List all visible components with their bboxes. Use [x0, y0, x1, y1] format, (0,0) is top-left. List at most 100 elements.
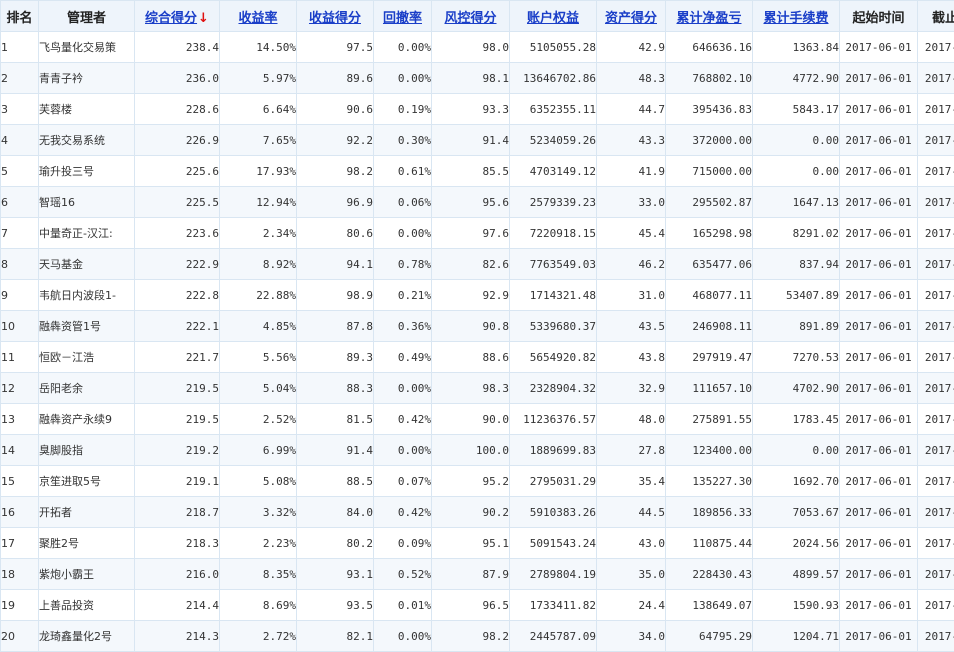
- sort-cum-pnl[interactable]: 累计净盈亏: [666, 1, 753, 32]
- cum-pnl-cell: 468077.11: [666, 280, 753, 311]
- return-score-cell: 93.5: [297, 590, 374, 621]
- header-return-rate-label: 收益率: [238, 11, 277, 26]
- end-time-cell: 2017-06-07: [918, 63, 954, 94]
- return-rate-cell: 2.52%: [220, 404, 297, 435]
- table-row: 2青青子衿236.05.97%89.60.00%98.113646702.864…: [1, 63, 954, 94]
- equity-cell: 2789804.19: [510, 559, 597, 590]
- asset-score-cell: 35.4: [597, 466, 666, 497]
- drawdown-cell: 0.36%: [374, 311, 432, 342]
- risk-score-cell: 98.3: [432, 373, 510, 404]
- table-row: 10融犇资管1号222.14.85%87.80.36%90.85339680.3…: [1, 311, 954, 342]
- cum-fee-cell: 0.00: [753, 125, 840, 156]
- rank-cell: 13: [1, 404, 39, 435]
- composite-score-cell: 218.3: [135, 528, 220, 559]
- drawdown-cell: 0.19%: [374, 94, 432, 125]
- cum-pnl-cell: 135227.30: [666, 466, 753, 497]
- composite-score-cell: 222.8: [135, 280, 220, 311]
- composite-score-cell: 218.7: [135, 497, 220, 528]
- asset-score-cell: 31.0: [597, 280, 666, 311]
- cum-fee-cell: 1647.13: [753, 187, 840, 218]
- start-time-cell: 2017-06-01: [840, 32, 918, 63]
- cum-fee-cell: 0.00: [753, 156, 840, 187]
- cum-fee-cell: 8291.02: [753, 218, 840, 249]
- start-time-cell: 2017-06-01: [840, 218, 918, 249]
- rank-cell: 19: [1, 590, 39, 621]
- sort-return-rate[interactable]: 收益率: [220, 1, 297, 32]
- return-rate-cell: 8.69%: [220, 590, 297, 621]
- cum-pnl-cell: 110875.44: [666, 528, 753, 559]
- table-row: 4无我交易系统226.97.65%92.20.30%91.45234059.26…: [1, 125, 954, 156]
- drawdown-cell: 0.21%: [374, 280, 432, 311]
- asset-score-cell: 33.0: [597, 187, 666, 218]
- cum-pnl-cell: 165298.98: [666, 218, 753, 249]
- drawdown-cell: 0.00%: [374, 63, 432, 94]
- drawdown-cell: 0.06%: [374, 187, 432, 218]
- composite-score-cell: 216.0: [135, 559, 220, 590]
- return-rate-cell: 4.85%: [220, 311, 297, 342]
- composite-score-cell: 214.4: [135, 590, 220, 621]
- rank-cell: 6: [1, 187, 39, 218]
- return-score-cell: 91.4: [297, 435, 374, 466]
- header-end-label: 截止时间: [932, 11, 954, 26]
- cum-fee-cell: 1590.93: [753, 590, 840, 621]
- manager-cell: 青青子衿: [39, 63, 135, 94]
- sort-composite-score[interactable]: 综合得分↓: [135, 1, 220, 32]
- sort-risk-score[interactable]: 风控得分: [432, 1, 510, 32]
- risk-score-cell: 95.1: [432, 528, 510, 559]
- cum-fee-cell: 4899.57: [753, 559, 840, 590]
- composite-score-cell: 225.5: [135, 187, 220, 218]
- manager-cell: 恒欧－江浩: [39, 342, 135, 373]
- cum-fee-cell: 4702.90: [753, 373, 840, 404]
- manager-cell: 岳阳老余: [39, 373, 135, 404]
- drawdown-cell: 0.00%: [374, 435, 432, 466]
- drawdown-cell: 0.07%: [374, 466, 432, 497]
- cum-pnl-cell: 395436.83: [666, 94, 753, 125]
- end-time-cell: 2017-06-07: [918, 94, 954, 125]
- risk-score-cell: 93.3: [432, 94, 510, 125]
- composite-score-cell: 236.0: [135, 63, 220, 94]
- sort-asset-score[interactable]: 资产得分: [597, 1, 666, 32]
- header-composite-label: 综合得分: [145, 11, 197, 26]
- risk-score-cell: 98.0: [432, 32, 510, 63]
- composite-score-cell: 219.2: [135, 435, 220, 466]
- return-rate-cell: 2.72%: [220, 621, 297, 652]
- sort-cum-fee[interactable]: 累计手续费: [753, 1, 840, 32]
- start-time-cell: 2017-06-01: [840, 528, 918, 559]
- asset-score-cell: 43.0: [597, 528, 666, 559]
- cum-pnl-cell: 111657.10: [666, 373, 753, 404]
- end-time-cell: 2017-06-07: [918, 249, 954, 280]
- sort-return-score[interactable]: 收益得分: [297, 1, 374, 32]
- return-score-cell: 93.1: [297, 559, 374, 590]
- header-manager: 管理者: [39, 1, 135, 32]
- risk-score-cell: 98.2: [432, 621, 510, 652]
- risk-score-cell: 95.6: [432, 187, 510, 218]
- asset-score-cell: 24.4: [597, 590, 666, 621]
- equity-cell: 4703149.12: [510, 156, 597, 187]
- manager-cell: 开拓者: [39, 497, 135, 528]
- header-cum-pnl-label: 累计净盈亏: [676, 11, 741, 26]
- risk-score-cell: 90.2: [432, 497, 510, 528]
- end-time-cell: 2017-06-07: [918, 373, 954, 404]
- start-time-cell: 2017-06-01: [840, 156, 918, 187]
- cum-fee-cell: 1783.45: [753, 404, 840, 435]
- rank-cell: 7: [1, 218, 39, 249]
- table-row: 17聚胜2号218.32.23%80.20.09%95.15091543.244…: [1, 528, 954, 559]
- risk-score-cell: 90.0: [432, 404, 510, 435]
- start-time-cell: 2017-06-01: [840, 125, 918, 156]
- asset-score-cell: 35.0: [597, 559, 666, 590]
- header-rank-label: 排名: [6, 11, 32, 26]
- composite-score-cell: 219.5: [135, 373, 220, 404]
- return-rate-cell: 14.50%: [220, 32, 297, 63]
- manager-cell: 紫炮小霸王: [39, 559, 135, 590]
- end-time-cell: 2017-06-07: [918, 435, 954, 466]
- sort-equity[interactable]: 账户权益: [510, 1, 597, 32]
- start-time-cell: 2017-06-01: [840, 311, 918, 342]
- return-rate-cell: 12.94%: [220, 187, 297, 218]
- rank-cell: 15: [1, 466, 39, 497]
- end-time-cell: 2017-06-07: [918, 311, 954, 342]
- rank-cell: 18: [1, 559, 39, 590]
- sort-drawdown[interactable]: 回撤率: [374, 1, 432, 32]
- end-time-cell: 2017-06-07: [918, 559, 954, 590]
- return-score-cell: 98.2: [297, 156, 374, 187]
- rank-cell: 4: [1, 125, 39, 156]
